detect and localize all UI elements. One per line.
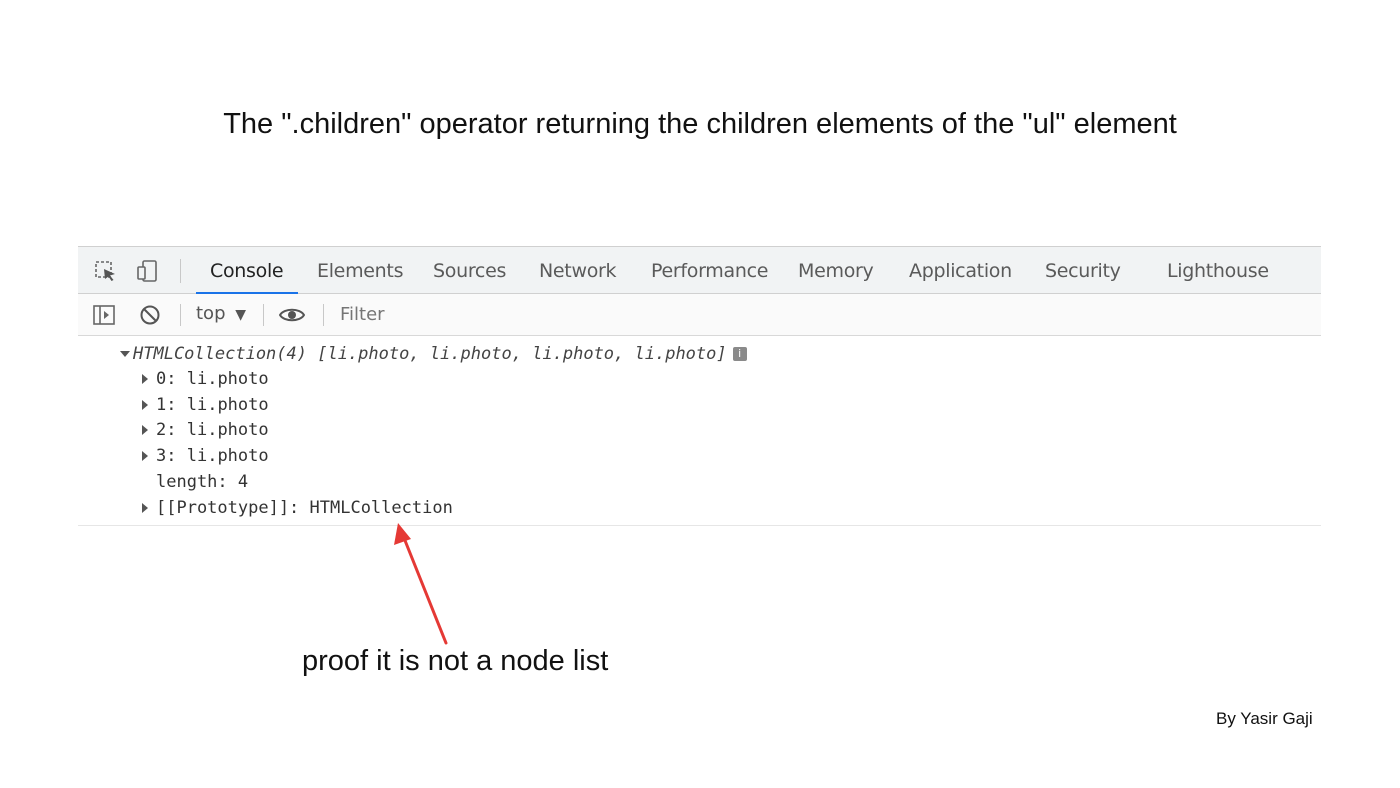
expand-triangle-icon[interactable] — [142, 425, 148, 435]
filter-input[interactable] — [336, 300, 844, 328]
tab-memory[interactable]: Memory — [798, 260, 874, 282]
context-selector-label: top — [196, 303, 226, 324]
expand-triangle-icon[interactable] — [142, 400, 148, 410]
item-value: li.photo — [186, 369, 269, 389]
tab-security[interactable]: Security — [1045, 260, 1121, 282]
tab-application[interactable]: Application — [909, 260, 1012, 282]
item-value: li.photo — [186, 395, 269, 415]
console-output: HTMLCollection(4) [li.photo, li.photo, l… — [78, 338, 1321, 538]
toolbar-separator — [323, 304, 324, 326]
tab-sources[interactable]: Sources — [433, 260, 506, 282]
tab-elements[interactable]: Elements — [317, 260, 403, 282]
console-item-3[interactable]: 3: li.photo — [156, 446, 269, 466]
eye-icon[interactable] — [278, 303, 306, 327]
item-key: 0 — [156, 369, 167, 389]
console-divider — [78, 525, 1321, 526]
context-selector[interactable]: top ▼ — [196, 303, 246, 324]
device-toolbar-icon[interactable] — [136, 259, 160, 283]
item-value: li.photo — [186, 420, 269, 440]
inspect-element-icon[interactable] — [94, 259, 118, 283]
console-toolbar: top ▼ — [78, 294, 1321, 336]
item-value: li.photo — [186, 446, 269, 466]
item-key: 2 — [156, 420, 167, 440]
expand-triangle-icon[interactable] — [142, 451, 148, 461]
console-length-line: length: 4 — [156, 472, 249, 492]
item-key: 1 — [156, 395, 167, 415]
collapse-triangle-icon[interactable] — [120, 351, 130, 357]
devtools-panel: Console Elements Sources Network Perform… — [78, 246, 1321, 542]
info-icon[interactable]: i — [732, 347, 747, 361]
tab-performance[interactable]: Performance — [651, 260, 768, 282]
tab-lighthouse[interactable]: Lighthouse — [1167, 260, 1269, 282]
devtools-tab-bar: Console Elements Sources Network Perform… — [78, 246, 1321, 294]
console-item-0[interactable]: 0: li.photo — [156, 369, 269, 389]
expand-triangle-icon[interactable] — [142, 503, 148, 513]
tab-network[interactable]: Network — [539, 260, 617, 282]
clear-console-icon[interactable] — [138, 303, 162, 327]
console-item-2[interactable]: 2: li.photo — [156, 420, 269, 440]
tab-separator — [180, 259, 181, 283]
tab-console[interactable]: Console — [210, 260, 284, 282]
console-log-summary[interactable]: HTMLCollection(4) [li.photo, li.photo, l… — [133, 344, 747, 364]
toolbar-separator — [263, 304, 264, 326]
red-arrow-icon — [394, 523, 448, 645]
chevron-down-icon: ▼ — [235, 307, 247, 323]
item-key: 3 — [156, 446, 167, 466]
expand-triangle-icon[interactable] — [142, 374, 148, 384]
author-credit: By Yasir Gaji — [1216, 709, 1313, 728]
toolbar-separator — [180, 304, 181, 326]
sidebar-toggle-icon[interactable] — [92, 303, 116, 327]
page-title: The ".children" operator returning the c… — [223, 108, 1177, 140]
annotation-caption: proof it is not a node list — [302, 645, 609, 677]
console-item-1[interactable]: 1: li.photo — [156, 395, 269, 415]
summary-text: HTMLCollection(4) [li.photo, li.photo, l… — [133, 344, 727, 364]
